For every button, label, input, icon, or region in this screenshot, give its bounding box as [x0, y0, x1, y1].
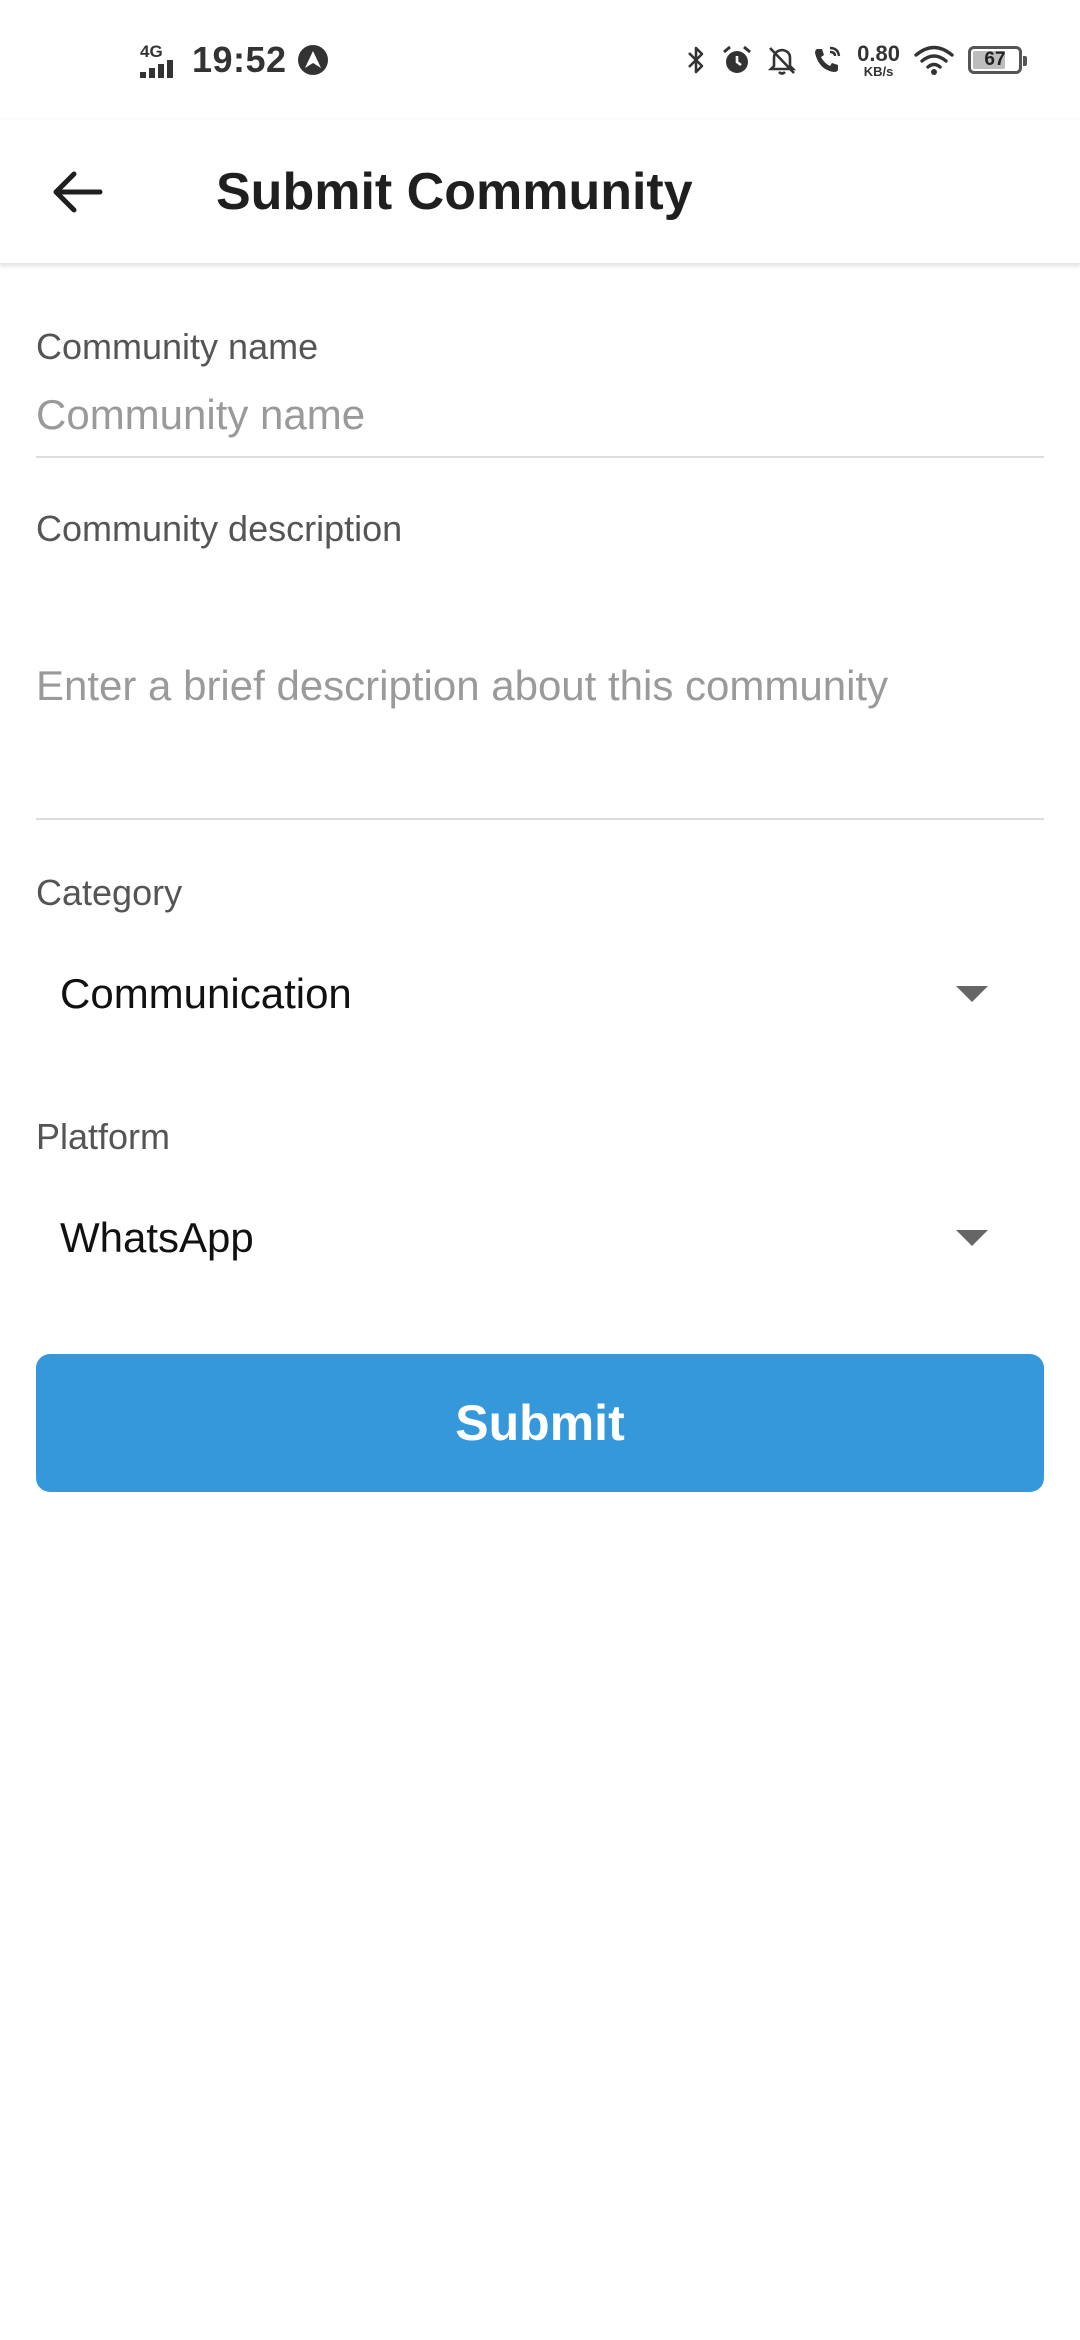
status-bar: 4G 19:52 0.80 KB/s 67: [0, 0, 1080, 120]
back-button[interactable]: [36, 150, 120, 234]
community-description-placeholder: Enter a brief description about this com…: [36, 662, 889, 709]
network-type: 4G: [140, 41, 163, 61]
status-bar-right: 0.80 KB/s 67: [685, 30, 1027, 90]
status-bar-left: 4G 19:52: [140, 30, 329, 90]
platform-dropdown[interactable]: WhatsApp: [36, 1188, 1044, 1288]
network-speed-unit: KB/s: [863, 63, 894, 79]
network-speed: 0.80 KB/s: [857, 40, 900, 79]
app-bar: Submit Community: [0, 120, 1080, 264]
community-description-label: Community description: [36, 508, 403, 549]
dropdown-arrow-icon: [956, 986, 988, 1002]
page-title: Submit Community: [216, 163, 693, 221]
bell-off-icon: [768, 47, 797, 75]
battery-icon: 67: [968, 46, 1027, 74]
category-selected-value: Communication: [60, 970, 352, 1017]
platform-label: Platform: [36, 1116, 171, 1157]
network-speed-value: 0.80: [857, 40, 900, 66]
community-name-label: Community name: [36, 326, 319, 367]
wifi-call-icon: [815, 46, 841, 72]
nav-app-icon: [297, 45, 328, 75]
bluetooth-icon: [688, 46, 704, 74]
submit-button[interactable]: Submit: [36, 1354, 1044, 1492]
battery-level: 67: [984, 49, 1006, 70]
platform-selected-value: WhatsApp: [60, 1214, 254, 1261]
arrow-left-icon: [53, 171, 103, 213]
community-name-input[interactable]: [36, 374, 1044, 458]
signal-icon: [140, 59, 173, 78]
dropdown-arrow-icon: [956, 1230, 988, 1246]
alarm-icon: [723, 45, 752, 73]
category-dropdown[interactable]: Communication: [36, 944, 1044, 1044]
network-indicator: 4G: [140, 43, 182, 78]
clock: 19:52: [192, 39, 287, 80]
category-label: Category: [36, 872, 183, 913]
wifi-icon: [914, 45, 954, 75]
